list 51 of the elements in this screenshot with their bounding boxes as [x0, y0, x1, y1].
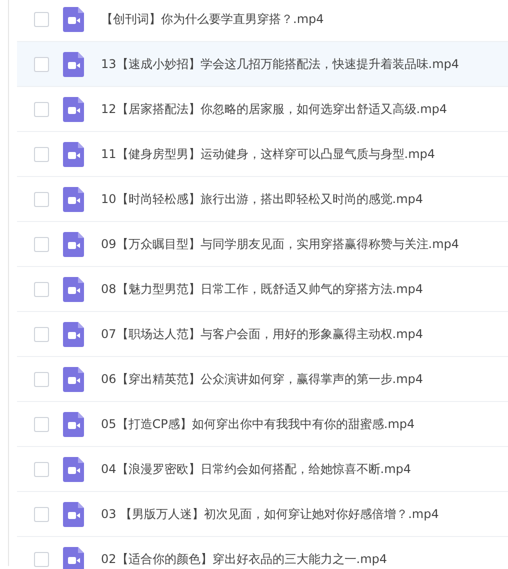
video-file-icon [63, 232, 84, 256]
checkbox[interactable] [34, 462, 49, 476]
checkbox[interactable] [34, 12, 49, 26]
file-name: 06【穿出精英范】公众演讲如何穿，赢得掌声的第一步.mp4 [101, 371, 424, 388]
checkbox[interactable] [34, 192, 49, 206]
file-name: 09【万众瞩目型】与同学朋友见面，实用穿搭赢得称赞与关注.mp4 [101, 236, 460, 253]
file-name: 12【居家搭配法】你忽略的居家服，如何选穿出舒适又高级.mp4 [101, 101, 448, 118]
file-name: 05【打造CP感】如何穿出你中有我我中有你的甜蜜感.mp4 [101, 416, 415, 433]
file-name: 11【健身房型男】运动健身，这样穿可以凸显气质与身型.mp4 [101, 146, 436, 163]
video-file-icon [63, 546, 84, 569]
checkbox[interactable] [34, 326, 49, 342]
checkbox[interactable] [34, 372, 49, 386]
file-row[interactable]: 10【时尚轻松感】旅行出游，搭出即轻松又时尚的感觉.mp4 [17, 177, 508, 222]
file-row[interactable]: 13【速成小妙招】学会这几招万能搭配法，快速提升着装品味.mp4 [17, 42, 508, 87]
file-name: 04【浪漫罗密欧】日常约会如何搭配，给她惊喜不断.mp4 [101, 461, 412, 478]
checkbox[interactable] [34, 506, 49, 522]
file-row[interactable]: 04【浪漫罗密欧】日常约会如何搭配，给她惊喜不断.mp4 [17, 447, 508, 492]
video-file-icon [63, 142, 84, 166]
checkbox[interactable] [34, 146, 49, 162]
file-name: 13【速成小妙招】学会这几招万能搭配法，快速提升着装品味.mp4 [101, 56, 460, 73]
video-file-icon [63, 96, 84, 122]
video-file-icon [63, 6, 84, 32]
checkbox[interactable] [34, 282, 49, 296]
video-file-icon [63, 502, 84, 526]
file-row[interactable]: 06【穿出精英范】公众演讲如何穿，赢得掌声的第一步.mp4 [17, 357, 508, 402]
checkbox[interactable] [34, 236, 49, 252]
file-name: 03 【男版万人迷】初次见面，如何穿让她对你好感倍增？.mp4 [101, 506, 439, 523]
video-file-icon [63, 322, 84, 346]
file-row[interactable]: 08【魅力型男范】日常工作，既舒适又帅气的穿搭方法.mp4 [17, 267, 508, 312]
file-name: 【创刊词】你为什么要学直男穿搭？.mp4 [101, 11, 324, 28]
file-name: 02【适合你的颜色】穿出好衣品的三大能力之一.mp4 [101, 551, 388, 568]
file-row[interactable]: 11【健身房型男】运动健身，这样穿可以凸显气质与身型.mp4 [17, 132, 508, 177]
file-row[interactable]: 02【适合你的颜色】穿出好衣品的三大能力之一.mp4 [17, 537, 508, 569]
checkbox[interactable] [34, 56, 49, 72]
file-row[interactable]: 03 【男版万人迷】初次见面，如何穿让她对你好感倍增？.mp4 [17, 492, 508, 537]
video-file-icon [63, 366, 84, 392]
video-file-icon [63, 276, 84, 302]
file-name: 07【职场达人范】与客户会面，用好的形象赢得主动权.mp4 [101, 326, 424, 343]
file-name: 08【魅力型男范】日常工作，既舒适又帅气的穿搭方法.mp4 [101, 281, 424, 298]
file-name: 10【时尚轻松感】旅行出游，搭出即轻松又时尚的感觉.mp4 [101, 191, 424, 208]
file-row[interactable]: 09【万众瞩目型】与同学朋友见面，实用穿搭赢得称赞与关注.mp4 [17, 222, 508, 267]
video-file-icon [63, 186, 84, 212]
checkbox[interactable] [34, 416, 49, 432]
file-row[interactable]: 07【职场达人范】与客户会面，用好的形象赢得主动权.mp4 [17, 312, 508, 357]
file-row[interactable]: 12【居家搭配法】你忽略的居家服，如何选穿出舒适又高级.mp4 [17, 87, 508, 132]
checkbox[interactable] [34, 552, 49, 566]
file-row[interactable]: 05【打造CP感】如何穿出你中有我我中有你的甜蜜感.mp4 [17, 402, 508, 447]
video-file-icon [63, 412, 84, 436]
video-file-icon [63, 52, 84, 76]
video-file-icon [63, 456, 84, 482]
checkbox[interactable] [34, 102, 49, 116]
